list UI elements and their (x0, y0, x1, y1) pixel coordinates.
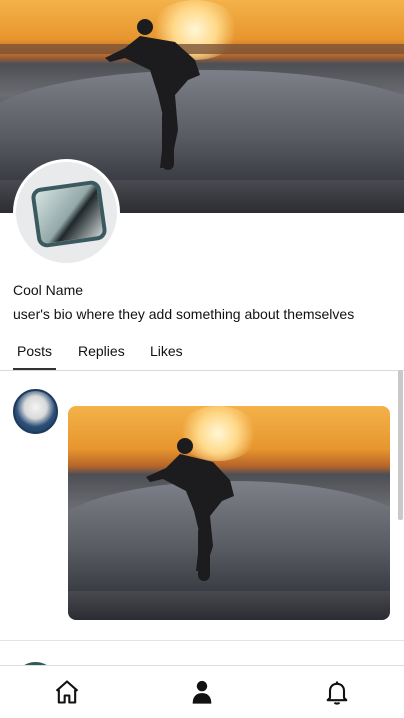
profile-name: Cool Name (13, 282, 84, 298)
profile-avatar[interactable] (13, 159, 120, 266)
profile-tabs: Posts Replies Likes (0, 338, 404, 371)
tab-likes[interactable]: Likes (150, 343, 183, 370)
post-image[interactable] (68, 406, 390, 620)
avatar-photo (30, 179, 108, 249)
post-author-avatar[interactable] (13, 389, 58, 434)
post-image-skater-figure (146, 438, 234, 581)
bell-icon[interactable] (323, 678, 351, 706)
home-icon[interactable] (53, 678, 81, 706)
profile-icon[interactable] (188, 678, 216, 706)
scrollbar[interactable] (398, 370, 403, 520)
bottom-navigation (0, 665, 404, 718)
tab-replies[interactable]: Replies (78, 343, 125, 370)
post-divider (0, 640, 404, 641)
tab-posts[interactable]: Posts (13, 343, 56, 370)
profile-bio: user's bio where they add something abou… (13, 306, 355, 322)
